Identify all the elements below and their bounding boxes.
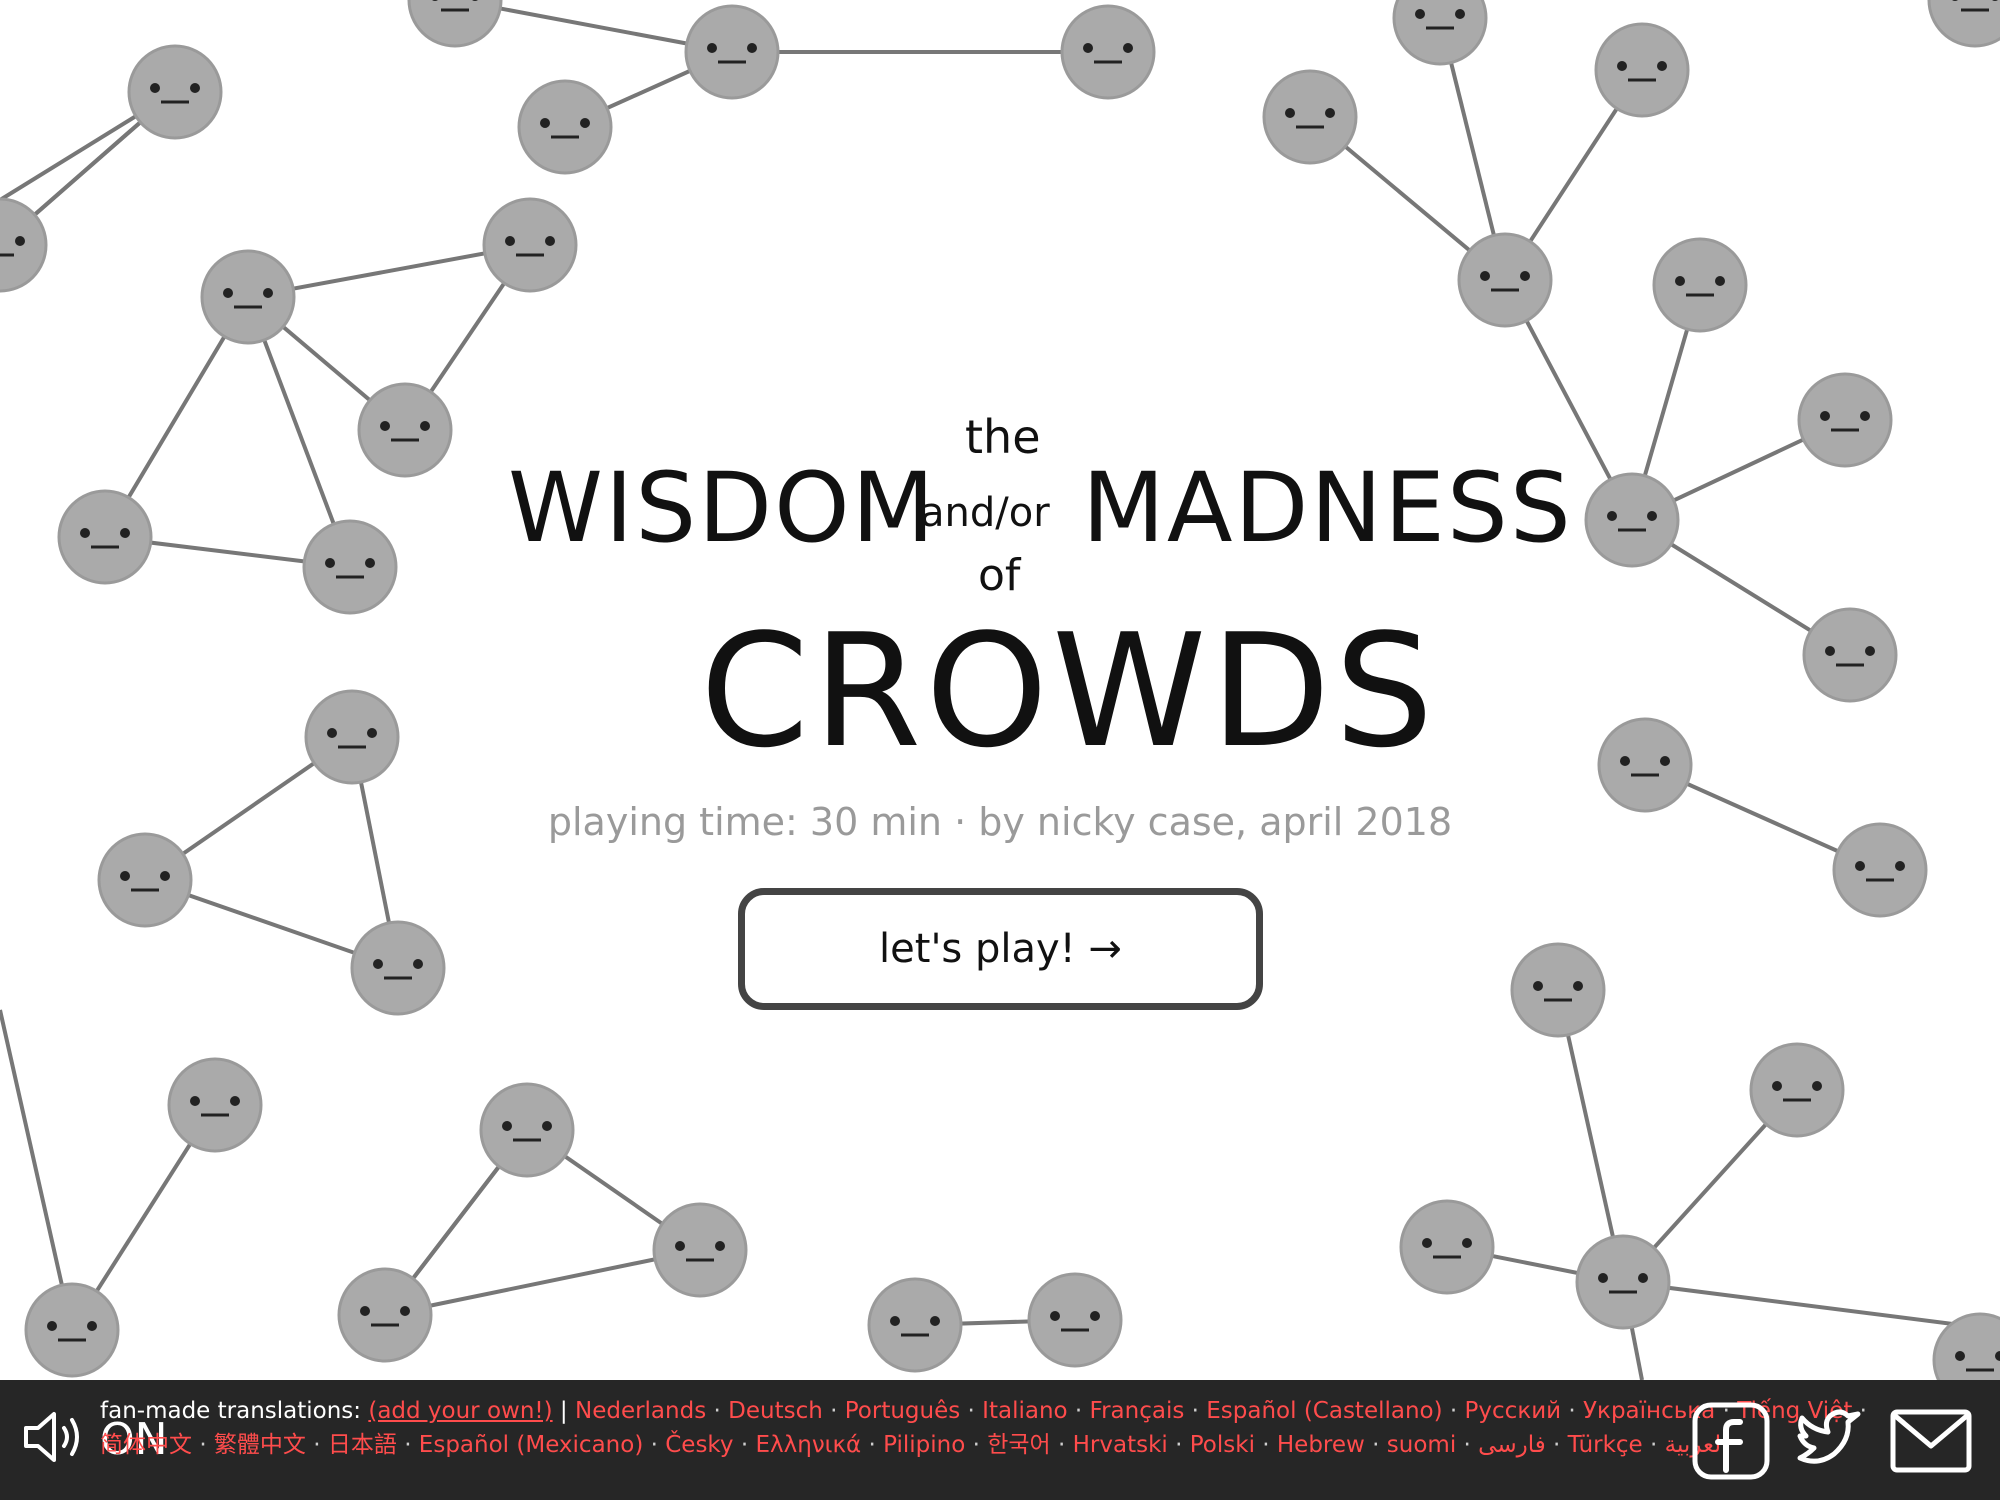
language-link[interactable]: Hrvatski	[1065, 1432, 1175, 1458]
language-link[interactable]: Türkçe	[1560, 1432, 1650, 1458]
language-link[interactable]: 繁體中文	[207, 1432, 314, 1458]
title-of: of	[978, 550, 1021, 601]
title-block: the WISDOM and/or MADNESS of CROWDS play…	[0, 0, 2000, 1380]
language-separator: ·	[967, 1398, 975, 1424]
language-separator: ·	[1191, 1398, 1199, 1424]
language-link[interactable]: Français	[1082, 1398, 1191, 1424]
language-separator: ·	[1463, 1432, 1471, 1458]
speaker-icon	[20, 1402, 90, 1476]
language-link[interactable]: Česky	[658, 1432, 741, 1458]
language-link[interactable]: Nederlands	[575, 1398, 714, 1424]
lets-play-label: let's play! →	[879, 926, 1122, 972]
language-separator: ·	[404, 1432, 412, 1458]
language-link[interactable]: Русский	[1457, 1398, 1568, 1424]
language-separator: ·	[972, 1432, 980, 1458]
title-and-or: and/or	[920, 490, 1050, 536]
language-separator: ·	[313, 1432, 321, 1458]
language-link[interactable]: Ελληνικά	[748, 1432, 868, 1458]
language-link[interactable]: 简体中文	[100, 1432, 199, 1458]
language-separator: ·	[650, 1432, 658, 1458]
translations-divider: |	[559, 1398, 568, 1424]
language-link[interactable]: Hebrew	[1270, 1432, 1373, 1458]
language-link[interactable]: Deutsch	[721, 1398, 830, 1424]
language-link[interactable]: Pilipino	[876, 1432, 973, 1458]
title-the: the	[965, 410, 1041, 464]
language-link[interactable]: 日本語	[321, 1432, 405, 1458]
twitter-icon	[1788, 1400, 1870, 1486]
language-link[interactable]: Português	[837, 1398, 967, 1424]
translations-lead: fan-made translations:	[100, 1398, 362, 1424]
subtitle: playing time: 30 min · by nicky case, ap…	[547, 800, 1453, 844]
title-madness: MADNESS	[1082, 452, 1573, 564]
facebook-icon	[1690, 1400, 1772, 1486]
add-translation-link[interactable]: (add your own!)	[368, 1398, 552, 1424]
language-separator: ·	[199, 1432, 207, 1458]
language-separator: ·	[1568, 1398, 1576, 1424]
language-separator: ·	[713, 1398, 721, 1424]
footer-bar: ON fan-made translations: (add your own!…	[0, 1380, 2000, 1500]
title-wisdom: WISDOM	[508, 452, 937, 564]
twitter-share-button[interactable]	[1788, 1400, 1870, 1486]
language-link[interactable]: فارسی	[1471, 1432, 1553, 1458]
translations-list: fan-made translations: (add your own!) |…	[100, 1394, 1890, 1490]
language-link[interactable]: Italiano	[975, 1398, 1075, 1424]
title-crowds: CROWDS	[700, 600, 1438, 782]
language-link[interactable]: suomi	[1379, 1432, 1463, 1458]
language-link[interactable]: Español (Castellano)	[1199, 1398, 1450, 1424]
language-link[interactable]: Polski	[1182, 1432, 1262, 1458]
language-separator: ·	[868, 1432, 876, 1458]
email-icon	[1888, 1400, 1974, 1486]
facebook-share-button[interactable]	[1690, 1400, 1772, 1486]
language-link[interactable]: 한국어	[980, 1432, 1058, 1458]
lets-play-button[interactable]: let's play! →	[738, 888, 1263, 1010]
email-share-button[interactable]	[1888, 1400, 1974, 1486]
language-separator: ·	[1262, 1432, 1270, 1458]
language-link[interactable]: Español (Mexicano)	[412, 1432, 651, 1458]
